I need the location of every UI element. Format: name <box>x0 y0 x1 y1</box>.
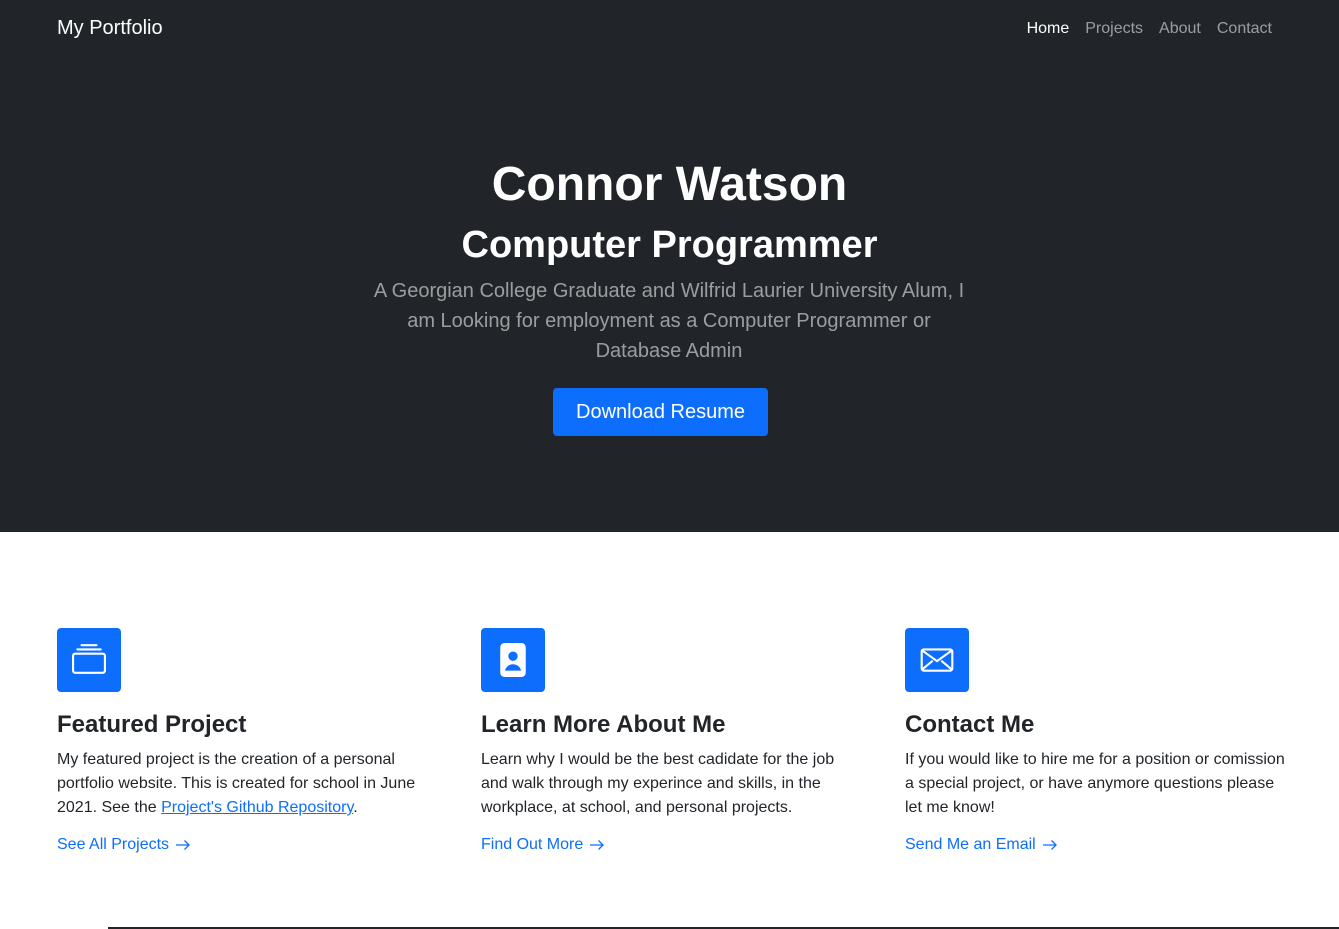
hero-role: Computer Programmer <box>461 224 878 266</box>
collection-icon <box>57 628 121 692</box>
feature-featured-project: Featured Project My featured project is … <box>57 628 437 854</box>
person-badge-icon <box>481 628 545 692</box>
nav-link-contact[interactable]: Contact <box>1217 20 1272 38</box>
hero-name: Connor Watson <box>491 158 848 211</box>
arrow-right-icon <box>590 840 605 850</box>
nav-link-about[interactable]: About <box>1159 20 1201 38</box>
feature-title: Featured Project <box>57 711 247 738</box>
feature-title: Contact Me <box>905 711 1035 738</box>
feature-text: My featured project is the creation of a… <box>57 751 416 816</box>
envelope-icon <box>905 628 969 692</box>
download-resume-button[interactable]: Download Resume <box>553 388 768 436</box>
hero-lead-text: A Georgian College Graduate and Wilfrid … <box>373 280 965 362</box>
hero-section: My Portfolio Home Projects About Contact… <box>0 0 1339 532</box>
see-all-projects-link[interactable]: See All Projects <box>57 836 191 854</box>
navbar-links: Home Projects About Contact <box>1027 20 1272 38</box>
navbar-brand[interactable]: My Portfolio <box>57 17 163 40</box>
feature-title: Learn More About Me <box>481 711 726 738</box>
feature-text: If you would like to hire me for a posit… <box>905 751 1285 816</box>
send-email-link[interactable]: Send Me an Email <box>905 836 1058 854</box>
feature-text: Learn why I would be the best cadidate f… <box>481 751 835 816</box>
github-repo-link[interactable]: Project's Github Repository <box>161 799 353 816</box>
nav-link-projects[interactable]: Projects <box>1085 20 1143 38</box>
arrow-right-icon <box>176 840 190 850</box>
arrow-right-icon <box>1042 840 1057 850</box>
feature-about-me: Learn More About Me Learn why I would be… <box>481 628 861 854</box>
nav-link-home[interactable]: Home <box>1027 20 1070 38</box>
feature-contact: Contact Me If you would like to hire me … <box>905 628 1285 854</box>
find-out-more-link[interactable]: Find Out More <box>481 836 605 854</box>
